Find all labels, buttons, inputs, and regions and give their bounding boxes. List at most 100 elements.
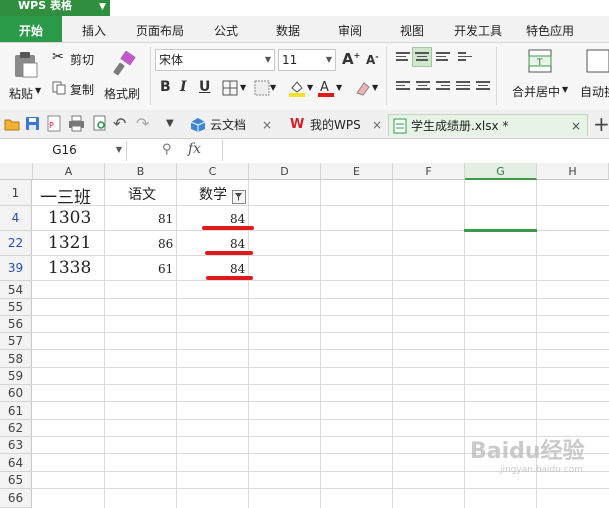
filter-active-icon[interactable] xyxy=(232,190,246,204)
print-preview-icon[interactable] xyxy=(92,115,108,132)
column-header-a[interactable]: A xyxy=(33,163,105,180)
row-header-1[interactable]: 1 xyxy=(0,180,32,206)
underline-button[interactable]: U xyxy=(199,79,210,95)
cell-c39[interactable]: 84 xyxy=(230,262,245,276)
export-pdf-icon[interactable]: P xyxy=(46,115,62,132)
paste-button[interactable]: 粘贴 ▼ xyxy=(6,49,46,105)
column-header-b[interactable]: B xyxy=(105,163,177,180)
increase-font-icon[interactable]: A+ xyxy=(342,50,360,68)
border-icon[interactable] xyxy=(222,80,238,96)
distributed-icon[interactable] xyxy=(476,81,490,93)
justify-icon[interactable] xyxy=(456,81,470,93)
active-cell-indicator[interactable] xyxy=(464,229,537,232)
insert-function-icon[interactable]: fx xyxy=(188,141,201,157)
column-header-g[interactable]: G xyxy=(465,163,537,180)
bold-button[interactable]: B xyxy=(160,79,171,95)
column-header-c[interactable]: C xyxy=(177,163,249,180)
app-menu-button[interactable]: WPS 表格 ▼ xyxy=(0,0,110,16)
column-header-e[interactable]: E xyxy=(321,163,393,180)
row-header-39[interactable]: 39 xyxy=(0,256,32,281)
align-right-icon[interactable] xyxy=(436,81,450,93)
print-icon[interactable] xyxy=(68,115,85,132)
row-header-63[interactable]: 63 xyxy=(0,437,32,454)
fill-color-icon[interactable] xyxy=(288,79,306,97)
row-header-4[interactable]: 4 xyxy=(0,206,32,231)
copy-button[interactable]: 复制 xyxy=(52,79,100,97)
undo-icon[interactable]: ↶ xyxy=(113,114,126,133)
row-header-57[interactable]: 57 xyxy=(0,333,32,350)
doc-tab-cloud[interactable]: 云文档 × xyxy=(190,114,276,136)
cell-a22[interactable]: 1321 xyxy=(48,233,91,253)
cell-b1[interactable]: 语文 xyxy=(128,184,156,204)
chevron-down-icon[interactable]: ▼ xyxy=(270,83,276,92)
doc-tab-workbook[interactable]: 学生成绩册.xlsx * × xyxy=(388,114,588,136)
open-folder-icon[interactable] xyxy=(4,117,20,131)
font-name-select[interactable]: 宋体 ▼ xyxy=(155,49,275,71)
italic-button[interactable]: I xyxy=(180,79,187,95)
chevron-down-icon[interactable]: ▼ xyxy=(307,83,313,92)
close-icon[interactable]: × xyxy=(571,115,581,137)
tab-home[interactable]: 开始 xyxy=(0,16,62,42)
column-header-h[interactable]: H xyxy=(537,163,609,180)
cell-b22[interactable]: 86 xyxy=(158,237,173,251)
cell-c1[interactable]: 数学 xyxy=(199,184,227,204)
font-color-icon[interactable]: A xyxy=(318,79,334,97)
align-center-icon[interactable] xyxy=(416,81,430,93)
align-middle-button[interactable] xyxy=(412,47,432,67)
column-header-d[interactable]: D xyxy=(249,163,321,180)
column-header-f[interactable]: F xyxy=(393,163,465,180)
align-left-icon[interactable] xyxy=(396,81,410,93)
align-bottom-icon[interactable] xyxy=(436,52,450,64)
font-size-select[interactable]: 11 ▼ xyxy=(278,49,336,71)
cell-b4[interactable]: 81 xyxy=(158,212,173,226)
cell-b39[interactable]: 61 xyxy=(158,262,173,276)
row-header-66[interactable]: 66 xyxy=(0,489,32,508)
row-header-54[interactable]: 54 xyxy=(0,281,32,299)
tab-developer[interactable]: 开发工具 xyxy=(446,16,510,42)
cell-c4[interactable]: 84 xyxy=(230,212,245,226)
tab-formulas[interactable]: 公式 xyxy=(200,16,252,42)
tab-page-layout[interactable]: 页面布局 xyxy=(128,16,192,42)
doc-tab-my-wps[interactable]: W 我的WPS × xyxy=(288,114,384,136)
tab-data[interactable]: 数据 xyxy=(262,16,314,42)
chevron-down-icon[interactable]: ▼ xyxy=(372,83,378,92)
orientation-icon[interactable] xyxy=(458,52,472,64)
align-top-icon[interactable] xyxy=(396,52,410,64)
merge-center-button[interactable]: T 合并居中 ▼ xyxy=(504,47,572,105)
auto-wrap-button[interactable]: 自动换 xyxy=(578,47,609,105)
row-header-60[interactable]: 60 xyxy=(0,385,32,402)
tab-review[interactable]: 审阅 xyxy=(324,16,376,42)
select-all-corner[interactable] xyxy=(0,163,33,180)
chevron-down-icon[interactable]: ▼ xyxy=(240,83,246,92)
cell-a4[interactable]: 1303 xyxy=(48,208,91,228)
close-icon[interactable]: × xyxy=(372,114,382,136)
row-header-64[interactable]: 64 xyxy=(0,454,32,472)
format-painter-button[interactable]: 格式刷 xyxy=(104,49,144,105)
close-icon[interactable]: × xyxy=(262,114,272,136)
zoom-search-icon[interactable]: ⚲ xyxy=(162,142,172,157)
row-header-65[interactable]: 65 xyxy=(0,472,32,489)
tab-view[interactable]: 视图 xyxy=(386,16,438,42)
cell-a1[interactable]: 一三班 xyxy=(40,183,91,208)
row-header-61[interactable]: 61 xyxy=(0,402,32,420)
row-header-58[interactable]: 58 xyxy=(0,350,32,368)
save-icon[interactable] xyxy=(25,116,40,131)
formula-input[interactable] xyxy=(222,140,609,161)
merge-cells-small-icon[interactable] xyxy=(254,80,270,96)
new-tab-icon[interactable]: + xyxy=(593,112,609,136)
chevron-down-icon[interactable]: ▼ xyxy=(336,83,342,92)
redo-icon[interactable]: ↷ xyxy=(136,114,149,133)
tab-insert[interactable]: 插入 xyxy=(66,16,122,42)
cell-c22[interactable]: 84 xyxy=(230,237,245,251)
tab-special[interactable]: 特色应用 xyxy=(518,16,582,42)
name-box[interactable]: G16 ▼ xyxy=(2,140,124,161)
row-header-22[interactable]: 22 xyxy=(0,231,32,256)
clear-format-icon[interactable] xyxy=(354,79,372,97)
row-header-56[interactable]: 56 xyxy=(0,316,32,333)
row-header-59[interactable]: 59 xyxy=(0,368,32,385)
cell-a39[interactable]: 1338 xyxy=(48,258,91,278)
cut-button[interactable]: ✂ 剪切 xyxy=(52,49,100,67)
row-header-55[interactable]: 55 xyxy=(0,299,32,316)
row-header-62[interactable]: 62 xyxy=(0,420,32,437)
decrease-font-icon[interactable]: A- xyxy=(366,52,379,67)
